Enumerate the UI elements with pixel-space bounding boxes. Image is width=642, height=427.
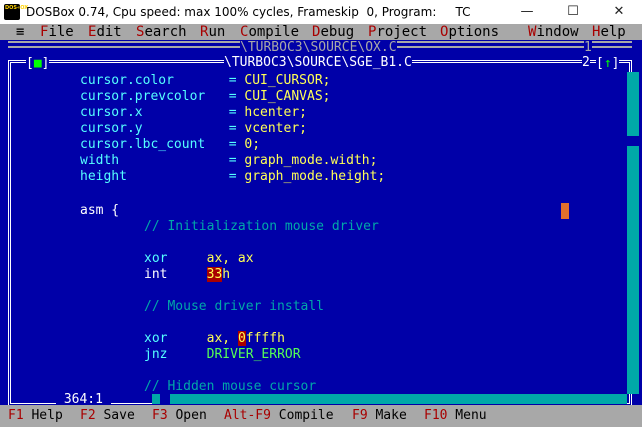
menu-project[interactable]: Project: [368, 24, 427, 40]
horizontal-scroll-thumb[interactable]: [160, 394, 170, 404]
close-box-icon: ■: [33, 56, 42, 71]
code-comment: // Hidden mouse cursor: [144, 379, 317, 394]
code-comment: // Initialization mouse driver: [144, 219, 379, 234]
status-f10-menu[interactable]: F10 Menu: [424, 405, 487, 427]
menu-options[interactable]: Options: [440, 24, 499, 40]
status-f1-help[interactable]: F1 Help: [8, 405, 63, 427]
vertical-scrollbar[interactable]: [627, 72, 639, 394]
menu-file[interactable]: File: [40, 24, 74, 40]
menu-search[interactable]: Search: [136, 24, 187, 40]
zoom-arrow-icon: ↑: [603, 56, 612, 71]
menu-bar: ≡ File Edit Search Run Compile Debug Pro…: [0, 24, 642, 40]
status-alt-f9-compile[interactable]: Alt-F9 Compile: [224, 405, 334, 427]
editor-window-title: \TURBOC3\SOURCE\SGE_B1.C: [224, 55, 412, 70]
close-window-button[interactable]: ✕: [596, 0, 642, 24]
code-line: jnz DRIVER_ERROR: [144, 347, 301, 362]
menu-edit[interactable]: Edit: [88, 24, 122, 40]
window-title: DOSBox 0.74, Cpu speed: max 100% cycles,…: [26, 5, 471, 19]
status-f9-make[interactable]: F9 Make: [352, 405, 407, 427]
highlight-33: 33: [206, 267, 223, 282]
code-line: cursor.x = hcenter;: [80, 105, 307, 120]
code-comment: // Mouse driver install: [144, 299, 325, 314]
back-window-title[interactable]: \TURBOC3\SOURCE\OX.C: [240, 41, 397, 54]
menu-help[interactable]: Help: [592, 24, 626, 40]
code-line: cursor.color = CUI_CURSOR;: [80, 73, 331, 88]
code-line-asm: asm {: [80, 203, 120, 218]
status-f2-save[interactable]: F2 Save: [80, 405, 135, 427]
code-line: xor ax, ax: [144, 251, 254, 266]
back-window-number: 1: [584, 40, 592, 55]
status-f3-open[interactable]: F3 Open: [152, 405, 207, 427]
menu-compile[interactable]: Compile: [240, 24, 299, 40]
code-line: xor ax, 0ffffh: [144, 331, 285, 346]
code-line: cursor.lbc_count = 0;: [80, 137, 261, 152]
menu-window[interactable]: Window: [528, 24, 579, 40]
window-zoom-control[interactable]: [↑]: [596, 56, 620, 71]
code-line: height = graph_mode.height;: [80, 169, 386, 184]
status-bar: F1 Help F2 Save F3 Open Alt-F9 Compile F…: [0, 405, 642, 427]
code-line: cursor.prevcolor = CUI_CANVAS;: [80, 89, 331, 104]
highlight-0: 0: [237, 331, 246, 346]
maximize-button[interactable]: ☐: [550, 0, 596, 24]
minimize-button[interactable]: —: [504, 0, 550, 24]
dosbox-app-icon: [4, 4, 28, 20]
vertical-scroll-thumb[interactable]: [627, 136, 639, 146]
editor-cursor-mark: [561, 203, 569, 219]
code-line: int 33h: [144, 267, 231, 282]
dos-screen[interactable]: ≡ File Edit Search Run Compile Debug Pro…: [0, 24, 642, 427]
code-line: cursor.y = vcenter;: [80, 121, 307, 136]
menu-run[interactable]: Run: [200, 24, 225, 40]
window-title-bar: DOSBox 0.74, Cpu speed: max 100% cycles,…: [0, 0, 642, 25]
code-editor[interactable]: cursor.color = CUI_CURSOR; cursor.prevco…: [0, 24, 569, 408]
menu-debug[interactable]: Debug: [312, 24, 354, 40]
code-line: width = graph_mode.width;: [80, 153, 378, 168]
horizontal-scrollbar[interactable]: [152, 394, 627, 404]
editor-window-number: 2: [582, 55, 590, 70]
